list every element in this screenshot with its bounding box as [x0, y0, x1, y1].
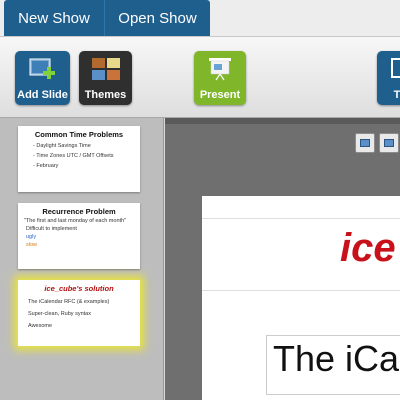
toolbar: Add Slide Themes Present T [0, 36, 400, 118]
slide-guide-line [202, 290, 400, 291]
themes-label: Themes [84, 89, 127, 101]
slide-title-text[interactable]: ice [340, 226, 396, 271]
slide-thumbnail-line: - Daylight Savings Time [33, 143, 91, 149]
slide-thumbnail-line: slow [26, 242, 38, 248]
add-slide-label: Add Slide [17, 89, 68, 101]
second-view-icon [384, 139, 394, 147]
slide-canvas: ice The iCal [165, 118, 400, 400]
layout-view-icon [360, 139, 370, 147]
slide-thumbnail-line: "The first and last monday of each month… [24, 218, 127, 224]
projector-screen-icon [209, 58, 231, 81]
toolbar-button-cut-off-label: T [393, 89, 400, 101]
toolbar-button-cut-off[interactable]: T [377, 51, 400, 105]
layout-view-button[interactable] [355, 133, 375, 153]
slide-thumbnail-1[interactable]: Common Time Problems - Daylight Savings … [18, 126, 140, 192]
slide-thumbnail-line: The iCalendar RFC (& examples) [28, 299, 110, 305]
add-slide-button[interactable]: Add Slide [15, 51, 70, 105]
slide-list: Common Time Problems - Daylight Savings … [0, 118, 164, 400]
add-slide-icon [29, 58, 55, 79]
view-controls [355, 133, 399, 153]
slide-body-text: The iCal [273, 338, 400, 379]
tab-new-show[interactable]: New Show [4, 0, 104, 36]
slide-thumbnail-line: Awesome [28, 323, 53, 329]
themes-button[interactable]: Themes [79, 51, 132, 105]
second-view-button[interactable] [379, 133, 399, 153]
slide-body-textbox[interactable]: The iCal [266, 335, 400, 395]
slide-thumbnail-2[interactable]: Recurrence Problem "The first and last m… [18, 203, 140, 269]
frame-icon [391, 58, 400, 78]
slide-thumbnail-line: Super-clean, Ruby syntax [28, 311, 91, 317]
slide-thumbnail-line: - Time Zones UTC / GMT Offsets [33, 153, 114, 159]
slide-thumbnail-line: - February [33, 163, 59, 169]
slide-thumbnail-line: ugly [26, 234, 37, 240]
current-slide[interactable]: ice The iCal [202, 196, 400, 400]
present-button[interactable]: Present [194, 51, 246, 105]
slide-thumbnail-line: Difficult to implement [26, 226, 77, 232]
slide-thumbnail-title: Recurrence Problem [42, 207, 116, 216]
slide-thumbnail-3-selected[interactable]: ice_cube's solution The iCalendar RFC (&… [18, 280, 140, 346]
top-tab-bar: New Show Open Show [0, 0, 400, 36]
themes-icon [91, 58, 120, 80]
slide-thumbnail-title: ice_cube's solution [44, 284, 114, 293]
tab-open-show[interactable]: Open Show [104, 0, 210, 36]
present-label: Present [199, 89, 241, 101]
canvas-top-strip [165, 118, 400, 124]
slide-thumbnail-title: Common Time Problems [34, 130, 124, 139]
slide-guide-line [202, 218, 400, 219]
